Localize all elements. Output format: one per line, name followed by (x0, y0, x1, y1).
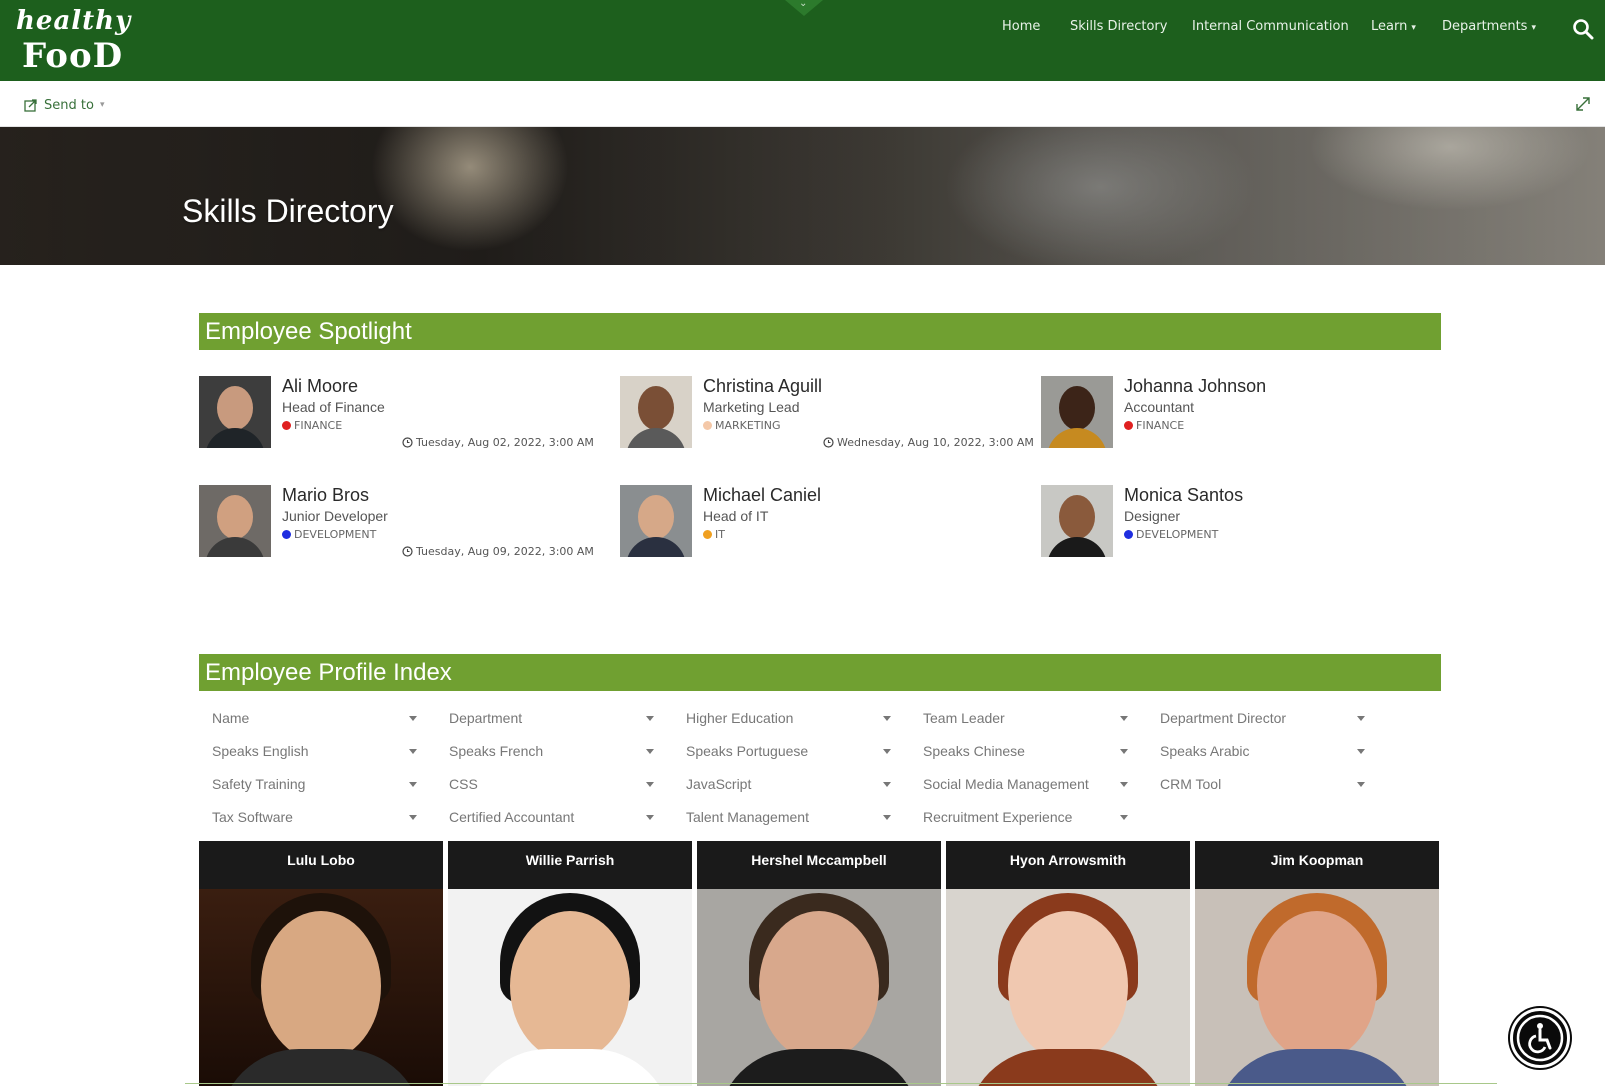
clock-icon (402, 546, 413, 557)
filter-tax-software[interactable]: Tax Software (212, 807, 417, 829)
caret-down-icon (1120, 749, 1128, 754)
avatar (620, 485, 692, 557)
profile-tile-willie-parrish[interactable]: Willie Parrish (448, 841, 692, 1086)
hero-banner: Skills Directory (0, 127, 1605, 265)
avatar (199, 485, 271, 557)
filter-css[interactable]: CSS (449, 774, 654, 796)
caret-down-icon (883, 782, 891, 787)
profile-photo (1195, 889, 1439, 1086)
profile-tile-lulu-lobo[interactable]: Lulu Lobo (199, 841, 443, 1086)
caret-down-icon (883, 716, 891, 721)
filter-speaks-chinese[interactable]: Speaks Chinese (923, 741, 1128, 763)
spotlight-card-michael-caniel[interactable]: Michael Caniel Head of IT IT (620, 485, 1030, 563)
spotlight-card-monica-santos[interactable]: Monica Santos Designer DEVELOPMENT (1041, 485, 1451, 563)
caret-down-icon (409, 749, 417, 754)
caret-down-icon (1357, 782, 1365, 787)
profile-photo (199, 889, 443, 1086)
spotlight-card-ali-moore[interactable]: Ali Moore Head of Finance FINANCE Tuesda… (199, 376, 609, 454)
avatar (620, 376, 692, 448)
nav-skills-directory[interactable]: Skills Directory (1070, 19, 1167, 39)
filter-speaks-portuguese[interactable]: Speaks Portuguese (686, 741, 891, 763)
page-title: Skills Directory (182, 193, 394, 229)
profile-photo (946, 889, 1190, 1086)
employee-spotlight-header: Employee Spotlight (199, 313, 1441, 350)
avatar (1041, 376, 1113, 448)
avatar (199, 376, 271, 448)
caret-down-icon (1357, 716, 1365, 721)
send-to-button[interactable]: Send to ▾ (24, 95, 104, 115)
profile-tile-hyon-arrowsmith[interactable]: Hyon Arrowsmith (946, 841, 1190, 1086)
filter-certified-accountant[interactable]: Certified Accountant (449, 807, 654, 829)
filter-speaks-arabic[interactable]: Speaks Arabic (1160, 741, 1365, 763)
profile-photo (697, 889, 941, 1086)
caret-down-icon (646, 716, 654, 721)
command-bar: Send to ▾ (0, 81, 1605, 127)
content-bottom-border (185, 1083, 1497, 1084)
chevron-down-icon: ▾ (99, 100, 105, 110)
clock-icon (402, 437, 413, 448)
caret-down-icon (409, 716, 417, 721)
filter-team-leader[interactable]: Team Leader (923, 708, 1128, 730)
caret-down-icon (646, 815, 654, 820)
filter-department-director[interactable]: Department Director (1160, 708, 1365, 730)
caret-down-icon (1120, 782, 1128, 787)
nav-internal-communication[interactable]: Internal Communication (1192, 19, 1349, 39)
filter-javascript[interactable]: JavaScript (686, 774, 891, 796)
profile-photo (448, 889, 692, 1086)
chevron-down-icon: ⌄ (799, 0, 808, 9)
filter-talent-management[interactable]: Talent Management (686, 807, 891, 829)
nav-home[interactable]: Home (1002, 19, 1040, 39)
spotlight-card-mario-bros[interactable]: Mario Bros Junior Developer DEVELOPMENT … (199, 485, 609, 563)
healthy-food-logo[interactable]: healthy FooD (16, 6, 130, 76)
caret-down-icon (409, 815, 417, 820)
employee-profile-index-header: Employee Profile Index (199, 654, 1441, 691)
department-dot (1124, 530, 1133, 539)
accessibility-button[interactable] (1510, 1008, 1570, 1068)
department-dot (282, 530, 291, 539)
filter-crm-tool[interactable]: CRM Tool (1160, 774, 1365, 796)
caret-down-icon (409, 782, 417, 787)
caret-down-icon (1120, 815, 1128, 820)
filter-higher-education[interactable]: Higher Education (686, 708, 891, 730)
caret-down-icon (1120, 716, 1128, 721)
top-navigation-bar: healthy FooD ⌄ Home Skills Directory Int… (0, 0, 1605, 81)
profile-tile-hershel-mccampbell[interactable]: Hershel Mccampbell (697, 841, 941, 1086)
spotlight-card-christina-aguill[interactable]: Christina Aguill Marketing Lead MARKETIN… (620, 376, 1034, 454)
collapse-header-toggle[interactable]: ⌄ (785, 0, 823, 16)
filter-speaks-french[interactable]: Speaks French (449, 741, 654, 763)
search-icon[interactable] (1572, 18, 1594, 40)
filter-social-media-management[interactable]: Social Media Management (923, 774, 1128, 796)
profile-tile-jim-koopman[interactable]: Jim Koopman (1195, 841, 1439, 1086)
expand-icon[interactable] (1574, 95, 1592, 113)
clock-icon (823, 437, 834, 448)
department-dot (703, 421, 712, 430)
caret-down-icon (1357, 749, 1365, 754)
share-icon (24, 99, 37, 112)
department-dot (282, 421, 291, 430)
department-dot (703, 530, 712, 539)
caret-down-icon (646, 749, 654, 754)
wheelchair-icon (1516, 1014, 1564, 1062)
filter-recruitment-experience[interactable]: Recruitment Experience (923, 807, 1128, 829)
nav-learn[interactable]: Learn ▾ (1371, 19, 1416, 39)
caret-down-icon (883, 749, 891, 754)
spotlight-card-johanna-johnson[interactable]: Johanna Johnson Accountant FINANCE (1041, 376, 1451, 454)
chevron-down-icon: ▾ (1531, 23, 1536, 33)
department-dot (1124, 421, 1133, 430)
filter-speaks-english[interactable]: Speaks English (212, 741, 417, 763)
nav-departments[interactable]: Departments ▾ (1442, 19, 1536, 39)
filter-name[interactable]: Name (212, 708, 417, 730)
filter-department[interactable]: Department (449, 708, 654, 730)
caret-down-icon (883, 815, 891, 820)
avatar (1041, 485, 1113, 557)
filter-safety-training[interactable]: Safety Training (212, 774, 417, 796)
caret-down-icon (646, 782, 654, 787)
chevron-down-icon: ▾ (1411, 23, 1416, 33)
